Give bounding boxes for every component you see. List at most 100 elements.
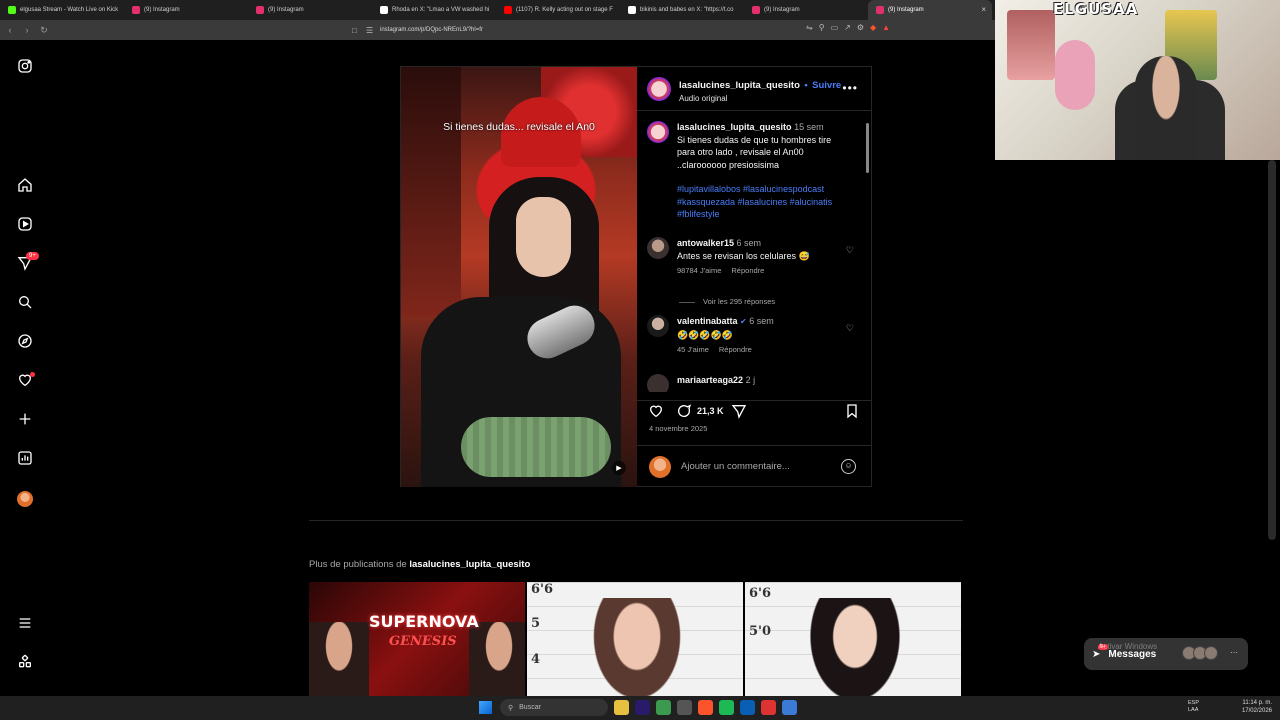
commenter-avatar[interactable]: [647, 374, 669, 392]
browser-tab[interactable]: (9) Instagram ×: [868, 0, 992, 20]
tab-favicon-icon: [256, 6, 264, 14]
dashboard-icon[interactable]: [16, 449, 34, 467]
premiere-icon[interactable]: [635, 700, 650, 715]
app-icon[interactable]: [740, 700, 755, 715]
search-icon[interactable]: [16, 293, 34, 311]
windows-taskbar: ⚲ Buscar ESP LAA 11:14 p. m. 17/02/2026: [0, 696, 1280, 720]
spotify-icon[interactable]: [719, 700, 734, 715]
post-thumbnail[interactable]: 6'6 5 4: [527, 582, 743, 696]
comment-username[interactable]: valentinabatta: [677, 316, 738, 326]
comment-time: 6 sem: [736, 238, 762, 248]
browser-tab[interactable]: elgusaa Stream - Watch Live on Kick: [0, 0, 124, 20]
post-thumbnail[interactable]: 6'6 5'0: [745, 582, 961, 696]
message-avatars: [1182, 646, 1218, 660]
tab-favicon-icon: [380, 6, 388, 14]
author-avatar[interactable]: [647, 76, 671, 101]
share-send-icon[interactable]: [731, 403, 747, 424]
page-scrollbar[interactable]: [1268, 160, 1276, 540]
like-comment-heart-icon[interactable]: ♡: [846, 323, 854, 334]
file-explorer-icon[interactable]: [614, 700, 629, 715]
tab-favicon-icon: [504, 6, 512, 14]
commenter-avatar[interactable]: [647, 237, 669, 259]
like-heart-icon[interactable]: [648, 403, 664, 424]
share-icon[interactable]: ↗: [844, 23, 851, 32]
profile-avatar[interactable]: [17, 491, 33, 507]
browser-tab[interactable]: (9) Instagram: [744, 0, 868, 20]
tab-label: (9) Instagram: [268, 7, 304, 13]
also-from-meta-icon[interactable]: [16, 653, 34, 671]
more-posts-username[interactable]: lasalucines_lupita_quesito: [409, 559, 530, 570]
site-info-icon[interactable]: ☰: [366, 26, 376, 35]
author-avatar[interactable]: [647, 121, 669, 143]
create-plus-icon[interactable]: [16, 410, 34, 428]
bookmark-icon[interactable]: □: [352, 26, 362, 35]
browser-tab[interactable]: bikinis and babes en X: "https://t.co: [620, 0, 744, 20]
browser-extension-icons: ⇋ ⚲ ▭ ↗ ⚙ ◆ ▲: [806, 23, 890, 32]
zoom-icon[interactable]: ⚲: [819, 23, 825, 32]
comment-username[interactable]: antowalker15: [677, 238, 734, 248]
windows-start-icon[interactable]: [479, 701, 492, 714]
menu-icon[interactable]: [16, 614, 34, 632]
comment-username[interactable]: mariaarteaga22: [677, 375, 743, 385]
section-divider: [309, 520, 963, 521]
app-icon[interactable]: [761, 700, 776, 715]
reel-video[interactable]: Si tienes dudas... revisale el An0 ▶: [401, 67, 637, 487]
rewards-icon[interactable]: ▲: [882, 23, 890, 32]
scrollbar-thumb[interactable]: [866, 123, 869, 173]
lang-code: ESP: [1188, 700, 1200, 706]
brave-shield-icon[interactable]: ◆: [870, 23, 876, 32]
reload-icon[interactable]: ↻: [37, 23, 51, 37]
caption-time[interactable]: 15 sem: [794, 122, 824, 132]
reply-button[interactable]: Répondre: [731, 266, 764, 275]
reels-icon[interactable]: [16, 215, 34, 233]
add-comment-input[interactable]: Ajouter un commentaire...: [681, 461, 790, 472]
browser-tab[interactable]: (9) Instagram: [124, 0, 248, 20]
language-indicator[interactable]: ESP LAA: [1188, 700, 1199, 714]
explore-icon[interactable]: [16, 332, 34, 350]
forward-icon[interactable]: ›: [20, 23, 34, 37]
comment-icon[interactable]: [676, 403, 692, 424]
caption-username[interactable]: lasalucines_lupita_quesito: [677, 122, 792, 132]
back-icon[interactable]: ‹: [3, 23, 17, 37]
taskbar-search[interactable]: ⚲ Buscar: [500, 699, 608, 716]
app-icon[interactable]: [656, 700, 671, 715]
cast-icon[interactable]: ▭: [831, 23, 839, 32]
view-replies-link[interactable]: Voir les 295 réponses: [679, 297, 775, 306]
like-comment-heart-icon[interactable]: ♡: [846, 245, 854, 256]
volume-icon[interactable]: ▶: [612, 461, 626, 475]
comment-count: 21,3 K: [697, 406, 724, 416]
more-options-icon[interactable]: •••: [842, 81, 858, 95]
post-thumbnail[interactable]: SUPERNOVA GENESIS: [309, 582, 525, 696]
tab-label: (9) Instagram: [764, 7, 800, 13]
post-date[interactable]: 4 novembre 2025: [649, 424, 707, 433]
comment-likes[interactable]: 45 J'aime: [677, 345, 709, 354]
emoji-icon[interactable]: ☺: [841, 459, 856, 474]
caption-hashtags[interactable]: #lupitavillalobos #lasalucinespodcast #k…: [677, 183, 847, 221]
comments-scrollbar[interactable]: [866, 123, 870, 393]
brave-icon[interactable]: [698, 700, 713, 715]
extensions-icon[interactable]: ⚙: [857, 23, 864, 32]
comments-list[interactable]: lasalucines_lupita_quesito 15 sem Si tie…: [637, 117, 872, 392]
verified-badge-icon: ✔: [740, 317, 747, 326]
browser-tab[interactable]: (1107) R. Kelly acting out on stage F: [496, 0, 620, 20]
translate-icon[interactable]: ⇋: [806, 23, 813, 32]
follow-button[interactable]: Suivre: [812, 80, 841, 91]
tab-label: (9) Instagram: [144, 7, 180, 13]
reply-button[interactable]: Répondre: [719, 345, 752, 354]
home-icon[interactable]: [16, 176, 34, 194]
save-bookmark-icon[interactable]: [844, 403, 860, 424]
instagram-logo-icon[interactable]: [16, 57, 34, 75]
lang-code-2: LAA: [1188, 707, 1199, 713]
browser-tab[interactable]: Rhoda en X: "Lmao a VW washed hi: [372, 0, 496, 20]
commenter-avatar[interactable]: [647, 315, 669, 337]
comment-likes[interactable]: 98784 J'aime: [677, 266, 721, 275]
browser-tab[interactable]: (9) Instagram: [248, 0, 372, 20]
messages-more-icon[interactable]: ···: [1230, 648, 1238, 657]
audio-link[interactable]: Audio original: [679, 94, 841, 103]
close-tab-icon[interactable]: ×: [981, 5, 986, 14]
height-mark: 6'6: [531, 582, 554, 597]
author-username[interactable]: lasalucines_lupita_quesito: [679, 80, 800, 91]
app-icon[interactable]: [677, 700, 692, 715]
clock[interactable]: 11:14 p. m. 17/02/2026: [1242, 699, 1272, 715]
app-icon[interactable]: [782, 700, 797, 715]
